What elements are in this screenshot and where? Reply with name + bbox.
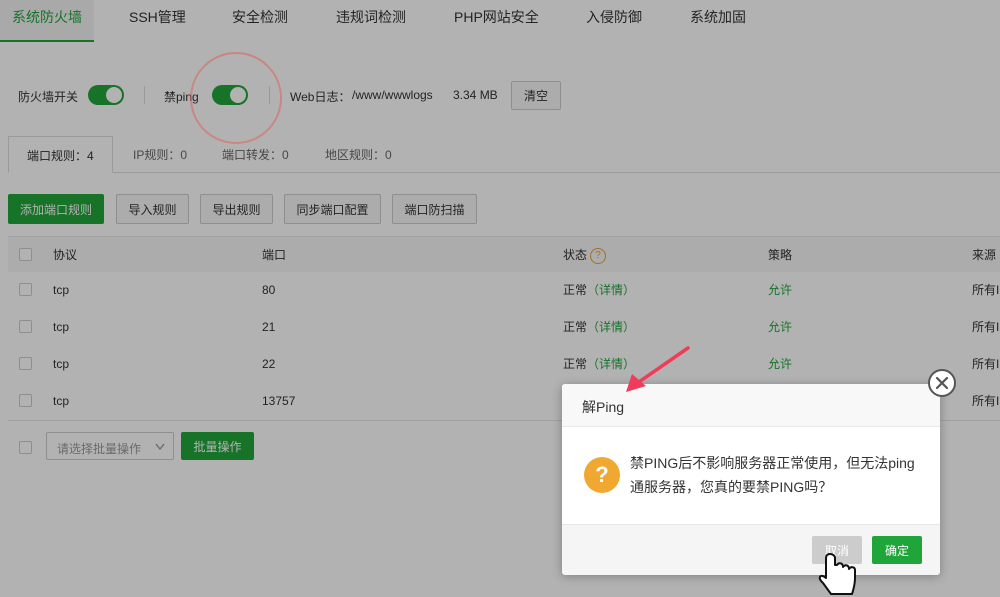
dialog-close-button[interactable] bbox=[928, 369, 956, 397]
click-ripple bbox=[190, 52, 282, 144]
arrow-pointer-icon bbox=[626, 346, 690, 392]
question-icon: ? bbox=[584, 457, 620, 493]
close-icon bbox=[935, 376, 949, 390]
hand-cursor-icon bbox=[818, 553, 856, 595]
confirm-dialog: 解Ping ? 禁PING后不影响服务器正常使用，但无法ping通服务器，您真的… bbox=[562, 384, 940, 575]
dialog-footer: 取消 确定 bbox=[562, 524, 940, 575]
dialog-body: ? 禁PING后不影响服务器正常使用，但无法ping通服务器，您真的要禁PING… bbox=[562, 427, 940, 523]
dialog-title: 解Ping bbox=[582, 399, 625, 415]
dialog-header: 解Ping bbox=[562, 384, 940, 427]
dialog-message: 禁PING后不影响服务器正常使用，但无法ping通服务器，您真的要禁PING吗？ bbox=[630, 455, 915, 495]
confirm-button[interactable]: 确定 bbox=[872, 536, 922, 564]
